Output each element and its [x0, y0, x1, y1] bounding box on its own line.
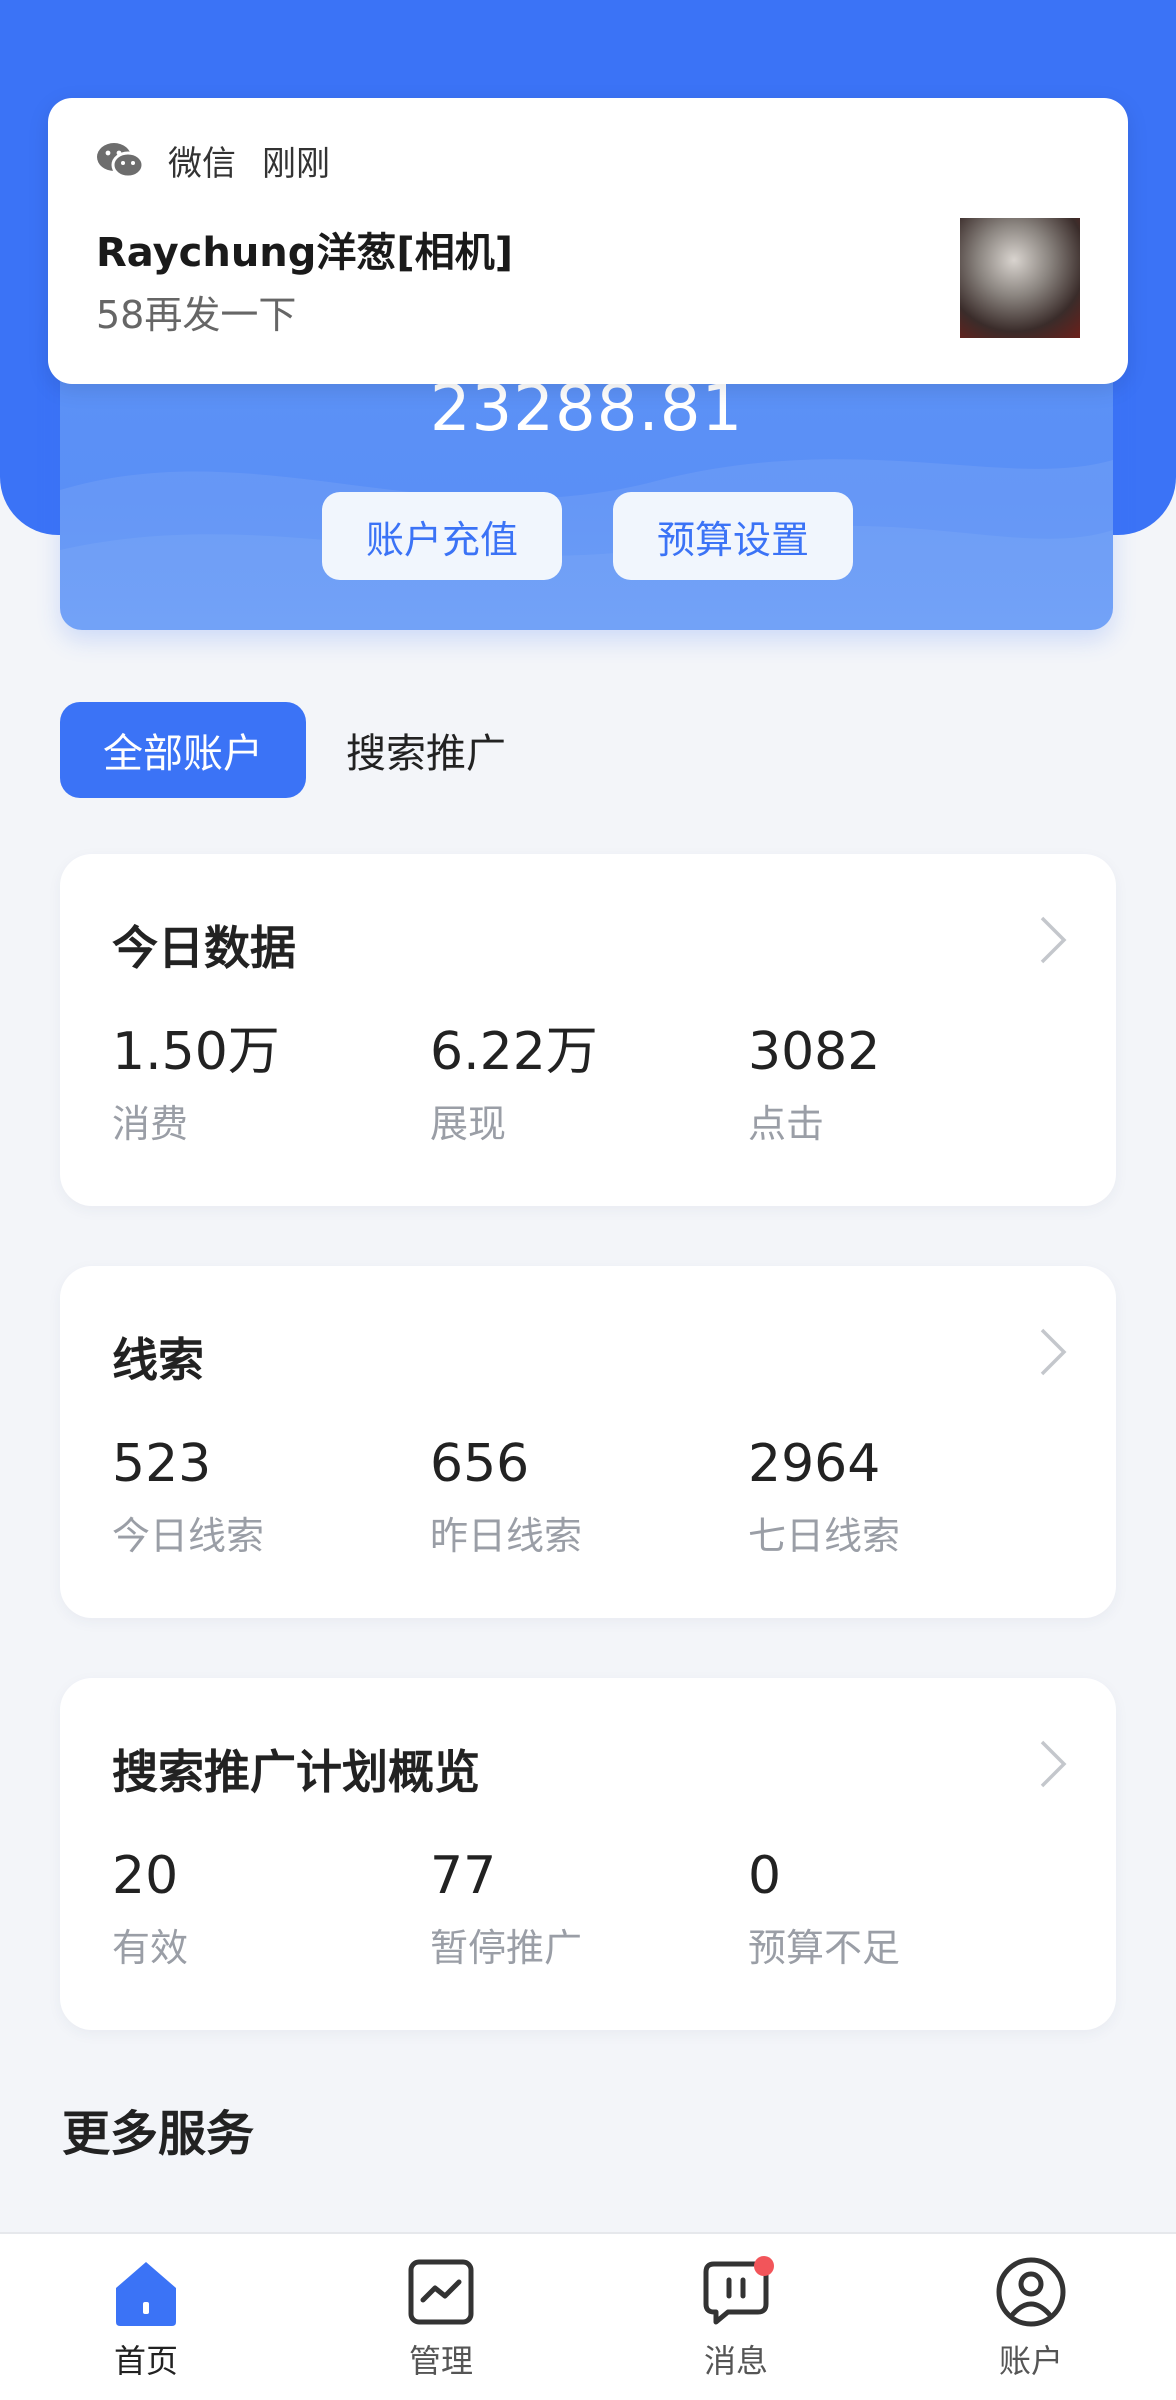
- home-icon: [116, 2262, 176, 2326]
- unread-badge: [754, 2256, 774, 2276]
- wechat-icon: [97, 142, 144, 178]
- notification-app-row: 微信 刚刚: [96, 136, 330, 185]
- stat-label: 今日线索: [112, 1514, 265, 1559]
- nav-item-account[interactable]: 账户: [931, 2256, 1131, 2382]
- notification-image: [960, 218, 1080, 338]
- chevron-right-icon: [1040, 1740, 1067, 1788]
- nav-item-home[interactable]: 首页: [46, 2256, 246, 2382]
- budget-settings-button[interactable]: 预算设置: [613, 492, 853, 580]
- stat-label: 昨日线索: [430, 1514, 583, 1559]
- stat-yesterday-leads: 656 昨日线索: [430, 1434, 583, 1560]
- plans-overview-card[interactable]: 搜索推广计划概览 20 有效 77 暂停推广 0 预算不足: [60, 1678, 1116, 2030]
- nav-label: 账户: [998, 2342, 1063, 2380]
- stat-value: 3082: [748, 1022, 881, 1082]
- notification-body: 58再发一下: [96, 293, 297, 337]
- stat-budget-insufficient: 0 预算不足: [748, 1846, 901, 1972]
- stat-value: 6.22万: [430, 1022, 598, 1082]
- stat-week-leads: 2964 七日线索: [748, 1434, 901, 1560]
- home-page: 23288.81 账户充值 预算设置 微信 刚刚 Raychung洋葱[相机] …: [0, 0, 1176, 2400]
- notification-time: 刚刚: [262, 144, 330, 184]
- chart-icon: [408, 2259, 474, 2325]
- more-services-heading: 更多服务: [62, 2106, 255, 2162]
- stat-today-leads: 523 今日线索: [112, 1434, 265, 1560]
- nav-item-manage[interactable]: 管理: [341, 2256, 541, 2382]
- stat-label: 暂停推广: [430, 1926, 583, 1971]
- stat-value: 77: [430, 1846, 497, 1906]
- leads-card[interactable]: 线索 523 今日线索 656 昨日线索 2964 七日线索: [60, 1266, 1116, 1618]
- tab-all-accounts[interactable]: 全部账户: [60, 702, 306, 798]
- stat-paused-plans: 77 暂停推广: [430, 1846, 583, 1972]
- message-icon: [703, 2256, 774, 2325]
- chevron-right-icon: [1040, 1328, 1067, 1376]
- card-title: 今日数据: [112, 921, 296, 975]
- nav-label: 首页: [113, 2342, 178, 2380]
- card-title: 线索: [112, 1333, 204, 1387]
- card-title: 搜索推广计划概览: [112, 1745, 480, 1799]
- stat-label: 七日线索: [748, 1514, 901, 1559]
- stat-label: 展现: [430, 1102, 507, 1147]
- nav-label: 管理: [408, 2342, 473, 2380]
- recharge-button[interactable]: 账户充值: [322, 492, 562, 580]
- stat-value: 656: [430, 1434, 530, 1494]
- stat-value: 523: [112, 1434, 212, 1494]
- nav-item-messages[interactable]: 消息: [636, 2256, 836, 2382]
- stat-active-plans: 20 有效: [112, 1846, 189, 1972]
- nav-label: 消息: [703, 2342, 768, 2380]
- stat-label: 有效: [112, 1926, 189, 1971]
- stat-label: 预算不足: [748, 1926, 901, 1971]
- stat-impressions: 6.22万 展现: [430, 1022, 598, 1148]
- wechat-notification[interactable]: 微信 刚刚 Raychung洋葱[相机] 58再发一下: [48, 98, 1128, 384]
- chevron-right-icon: [1040, 916, 1067, 964]
- bottom-nav: 首页 管理 消息 账户: [0, 2232, 1176, 2400]
- stat-spend: 1.50万 消费: [112, 1022, 280, 1148]
- stat-value: 20: [112, 1846, 179, 1906]
- notification-app-name: 微信: [168, 144, 236, 184]
- stat-label: 点击: [748, 1102, 825, 1147]
- notification-title: Raychung洋葱[相机]: [96, 230, 513, 276]
- user-icon: [996, 2257, 1066, 2327]
- today-data-card[interactable]: 今日数据 1.50万 消费 6.22万 展现 3082 点击: [60, 854, 1116, 1206]
- stat-clicks: 3082 点击: [748, 1022, 881, 1148]
- tab-search-promotion[interactable]: 搜索推广: [346, 702, 506, 798]
- stat-label: 消费: [112, 1102, 189, 1147]
- wave-decoration: [60, 459, 1113, 630]
- stat-value: 1.50万: [112, 1022, 280, 1082]
- stat-value: 0: [748, 1846, 782, 1906]
- stat-value: 2964: [748, 1434, 881, 1494]
